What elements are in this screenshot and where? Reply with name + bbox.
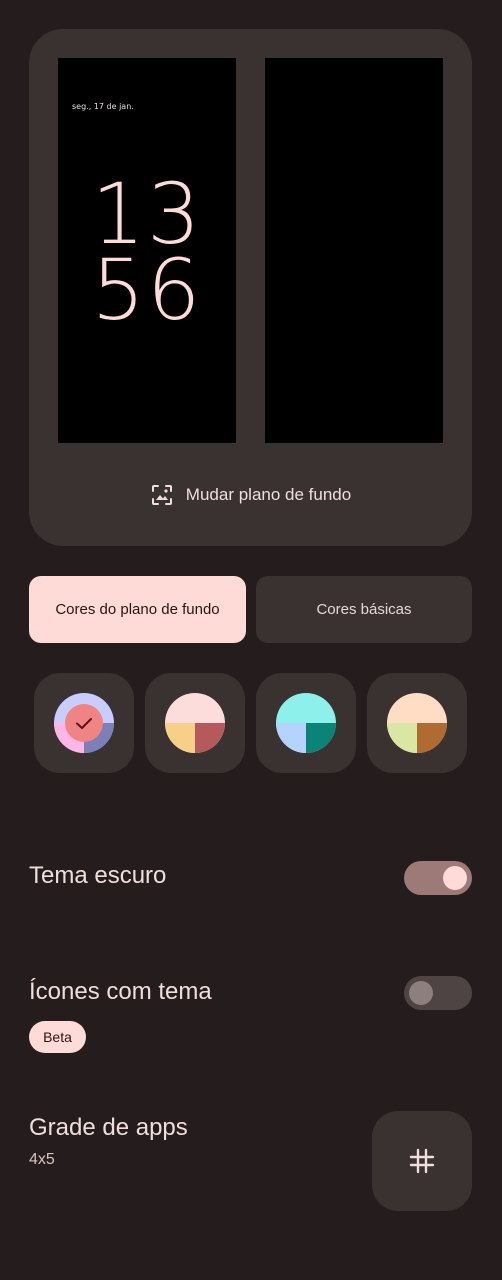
app-grid-button[interactable]	[372, 1111, 472, 1211]
app-grid-label: Grade de apps	[29, 1114, 188, 1141]
change-wallpaper-button[interactable]: Mudar plano de fundo	[29, 477, 472, 513]
swatch-circle	[276, 693, 336, 753]
lock-screen-date: seg., 17 de jan.	[72, 102, 134, 111]
toggle-knob	[409, 981, 433, 1005]
themed-icons-label: Ícones com tema	[29, 978, 212, 1005]
color-swatch-3[interactable]	[256, 673, 356, 773]
toggle-knob	[443, 866, 467, 890]
swatch-circle	[165, 693, 225, 753]
change-wallpaper-label: Mudar plano de fundo	[185, 485, 352, 504]
preview-card: seg., 17 de jan. 13 56 Mudar plano de fu…	[29, 29, 472, 546]
swatch-circle	[387, 693, 447, 753]
swatch-circle	[54, 693, 114, 753]
wallpaper-and-style-screen: seg., 17 de jan. 13 56 Mudar plano de fu…	[0, 0, 502, 1280]
tab-wallpaper-colors[interactable]: Cores do plano de fundo	[29, 576, 246, 643]
themed-icons-toggle[interactable]	[404, 976, 472, 1010]
color-swatch-1[interactable]	[34, 673, 134, 773]
lock-screen-preview[interactable]: seg., 17 de jan. 13 56	[58, 58, 236, 443]
dark-theme-label: Tema escuro	[29, 862, 167, 889]
beta-badge: Beta	[29, 1021, 86, 1053]
grid-icon	[409, 1148, 435, 1174]
dark-theme-toggle[interactable]	[404, 861, 472, 895]
wallpaper-icon	[151, 485, 172, 505]
home-screen-preview[interactable]	[265, 58, 443, 443]
color-swatch-2[interactable]	[145, 673, 245, 773]
app-grid-value: 4x5	[29, 1151, 55, 1168]
clock-minutes: 56	[91, 241, 203, 339]
tab-basic-colors[interactable]: Cores básicas	[256, 576, 472, 643]
color-swatch-4[interactable]	[367, 673, 467, 773]
